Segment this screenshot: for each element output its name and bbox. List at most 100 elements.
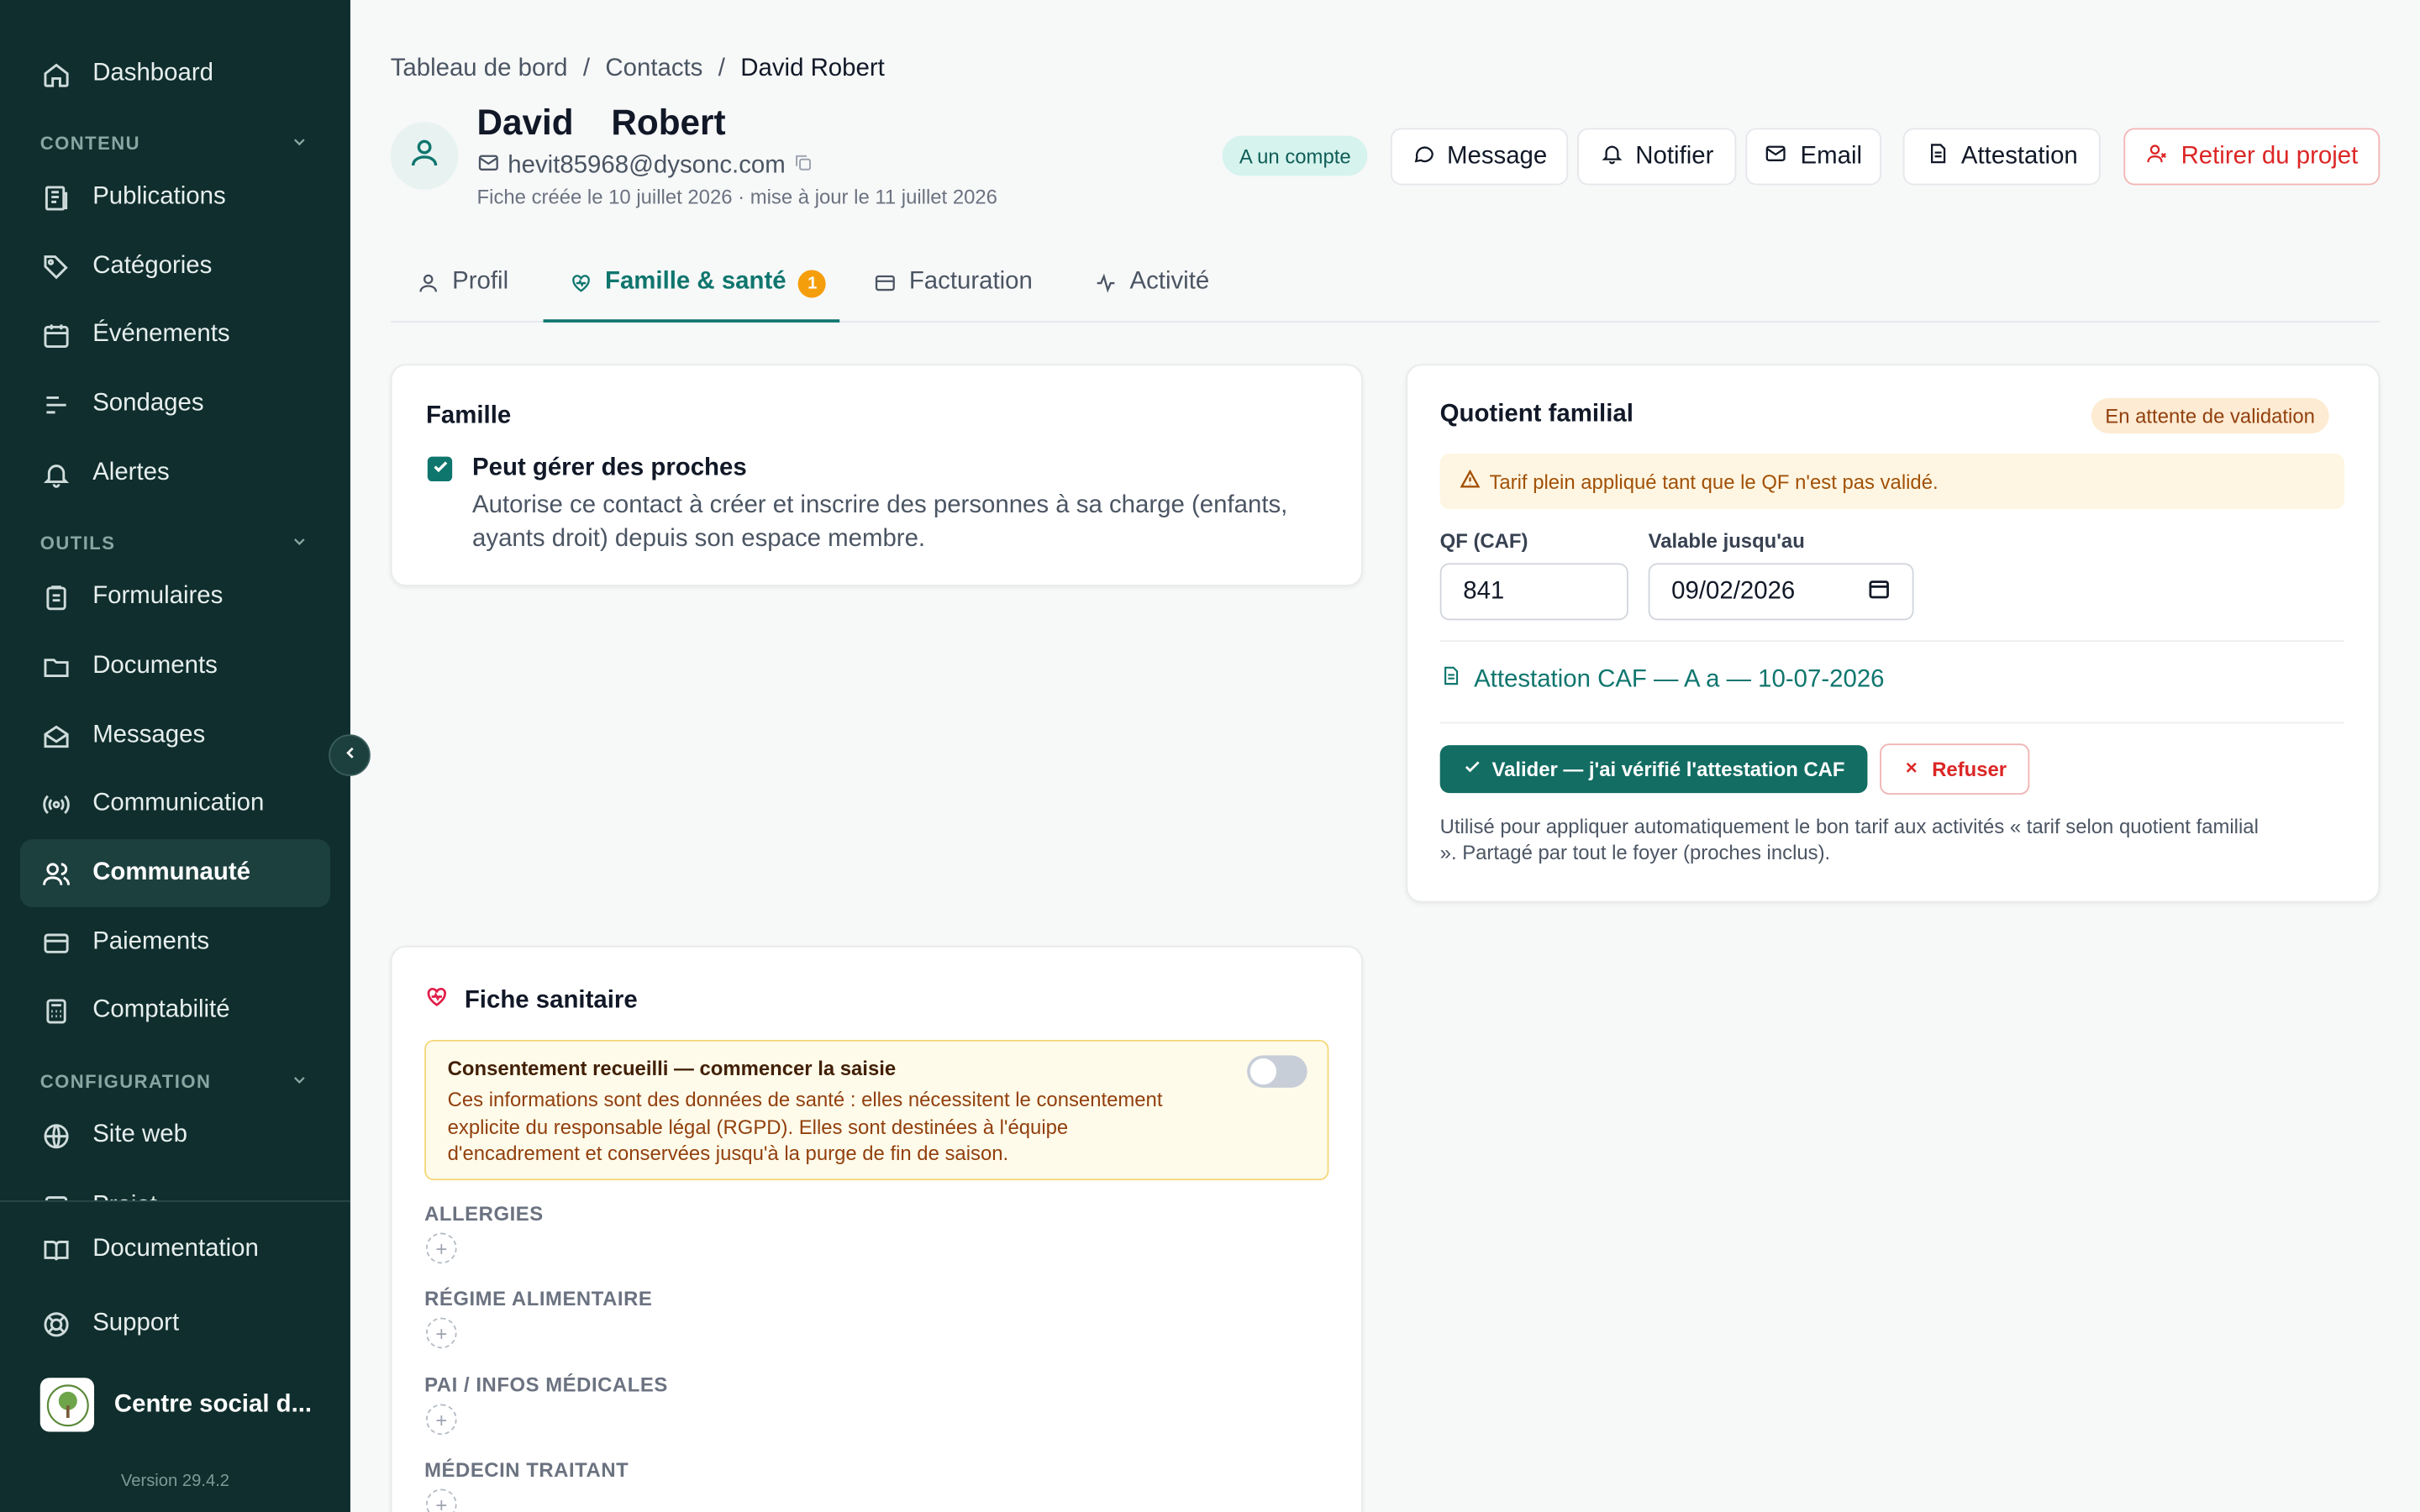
qf-caf-label: QF (CAF) [1439,529,1528,553]
breadcrumb-home[interactable]: Tableau de bord [391,55,568,83]
qf-warning-text: Tarif plein appliqué tant que le QF n'es… [1489,470,1939,493]
mail-open-icon [40,721,71,752]
section-contenu[interactable]: CONTENU [40,129,309,157]
sidebar-item-comptabilite[interactable]: Comptabilité [20,977,330,1045]
chat-bubble-icon [1412,141,1435,172]
sidebar-item-categories[interactable]: Catégories [20,233,330,301]
fiche-sanitaire-header: Fiche sanitaire [424,984,638,1017]
user-icon [417,271,440,302]
allergies-heading: ALLERGIES [424,1201,544,1226]
toggle-knob [1249,1058,1276,1085]
validate-qf-button[interactable]: Valider — j'ai vérifié l'attestation CAF [1439,745,1868,794]
tab-facturation[interactable]: Facturation [874,269,1033,323]
add-allergy-button[interactable]: + [425,1232,457,1264]
tag-icon [40,251,71,282]
famille-card: Famille Peut gérer des proches Autorise … [390,364,1363,586]
avatar [390,122,459,190]
sidebar-item-projet[interactable]: Projet [20,1173,330,1200]
sidebar-item-site-web[interactable]: Site web [20,1101,330,1169]
email-button[interactable]: Email [1745,128,1881,186]
sidebar-item-label: Messages [92,722,206,748]
breadcrumb-separator: / [582,55,591,82]
collapse-sidebar-button[interactable] [329,734,371,776]
clipboard-icon [40,581,71,612]
breadcrumb-contacts[interactable]: Contacts [605,55,702,83]
credit-card-icon [40,927,71,958]
sidebar-item-label: Site web [92,1121,187,1148]
sidebar-item-label: Documentation [92,1236,259,1263]
sidebar-item-label: Support [92,1310,180,1336]
sidebar-item-documentation[interactable]: Documentation [20,1215,330,1284]
heart-pulse-icon [570,271,593,302]
chevron-down-icon [290,132,308,155]
sidebar-item-label: Comptabilité [92,996,230,1023]
sidebar-item-label: Alertes [92,459,170,486]
sidebar-item-label: Catégories [92,253,213,280]
newspaper-icon [40,182,71,213]
consent-toggle[interactable] [1247,1055,1307,1088]
notify-button-label: Notifier [1635,142,1714,170]
sidebar-divider [0,1200,350,1202]
tab-famille-sante[interactable]: Famille & santé 1 [543,269,840,323]
qf-title: Quotient familial [1439,401,1634,428]
user-remove-icon [2145,141,2169,172]
sidebar-item-documents[interactable]: Documents [20,633,330,701]
check-icon [431,455,448,483]
help-line: ». Partagé par tout le foyer (proches in… [1439,841,1831,864]
sidebar-item-messages[interactable]: Messages [20,702,330,770]
sidebar: Dashboard CONTENU Publications Catégorie… [0,0,350,1512]
attestation-caf-link[interactable]: Attestation CAF — A a — 10-07-2026 [1440,665,1885,695]
sidebar-item-communaute[interactable]: Communauté [19,839,331,907]
valid-until-date-input[interactable]: 09/02/2026 [1648,563,1914,621]
copy-icon[interactable] [793,153,813,181]
sidebar-item-label: Sondages [92,390,204,417]
refuse-qf-button[interactable]: Refuser [1880,743,2030,795]
remove-from-project-button[interactable]: Retirer du projet [2123,128,2381,186]
organization-switcher[interactable]: Centre social d... [39,1378,313,1432]
file-text-icon [1440,665,1462,695]
sidebar-item-publications[interactable]: Publications [20,164,330,232]
breadcrumb: Tableau de bord / Contacts / David Rober… [391,55,885,83]
tab-activite[interactable]: Activité [1094,269,1209,323]
check-icon [1463,758,1481,781]
regime-heading: RÉGIME ALIMENTAIRE [424,1286,653,1310]
organization-name: Centre social d... [113,1390,313,1418]
sidebar-item-alertes[interactable]: Alertes [20,439,330,507]
tab-profil[interactable]: Profil [417,269,508,323]
sidebar-item-label: Paiements [92,928,210,955]
calendar-icon[interactable] [1867,576,1891,607]
qf-caf-input[interactable]: 841 [1439,563,1628,621]
notify-button[interactable]: Notifier [1577,128,1737,186]
attestation-button[interactable]: Attestation [1902,128,2101,186]
account-status-badge: A un compte [1222,135,1368,176]
chevron-down-icon [290,532,308,555]
sidebar-item-sondages[interactable]: Sondages [20,370,330,438]
consent-line: Ces informations sont des données de san… [447,1087,1163,1111]
chevron-down-icon [290,1070,308,1094]
help-line: Utilisé pour appliquer automatiquement l… [1439,814,2259,838]
section-configuration[interactable]: CONFIGURATION [40,1068,309,1095]
remove-button-label: Retirer du projet [2181,142,2359,170]
sidebar-item-formulaires[interactable]: Formulaires [20,563,330,631]
add-regime-button[interactable]: + [425,1317,457,1349]
sidebar-item-evenements[interactable]: Événements [20,301,330,369]
sidebar-item-label: Événements [92,321,230,348]
sidebar-item-label: Communauté [92,859,250,886]
mail-icon [1765,141,1788,172]
add-pai-button[interactable]: + [425,1404,457,1436]
section-outils[interactable]: OUTILS [40,529,309,557]
user-icon [408,135,441,177]
message-button[interactable]: Message [1390,128,1569,186]
qf-status-badge: En attente de validation [2091,397,2329,434]
breadcrumb-separator: / [718,55,725,82]
contact-name: David Robert [476,102,726,142]
sidebar-item-paiements[interactable]: Paiements [20,909,330,977]
section-label: CONFIGURATION [39,1070,212,1093]
sidebar-item-communication[interactable]: Communication [20,770,330,838]
add-medecin-button[interactable]: + [425,1488,457,1512]
sidebar-item-support[interactable]: Support [20,1290,330,1358]
manage-relatives-checkbox[interactable] [427,455,453,483]
tab-count-badge: 1 [798,270,827,298]
mail-icon [477,151,501,182]
sidebar-item-dashboard[interactable]: Dashboard [20,40,330,108]
